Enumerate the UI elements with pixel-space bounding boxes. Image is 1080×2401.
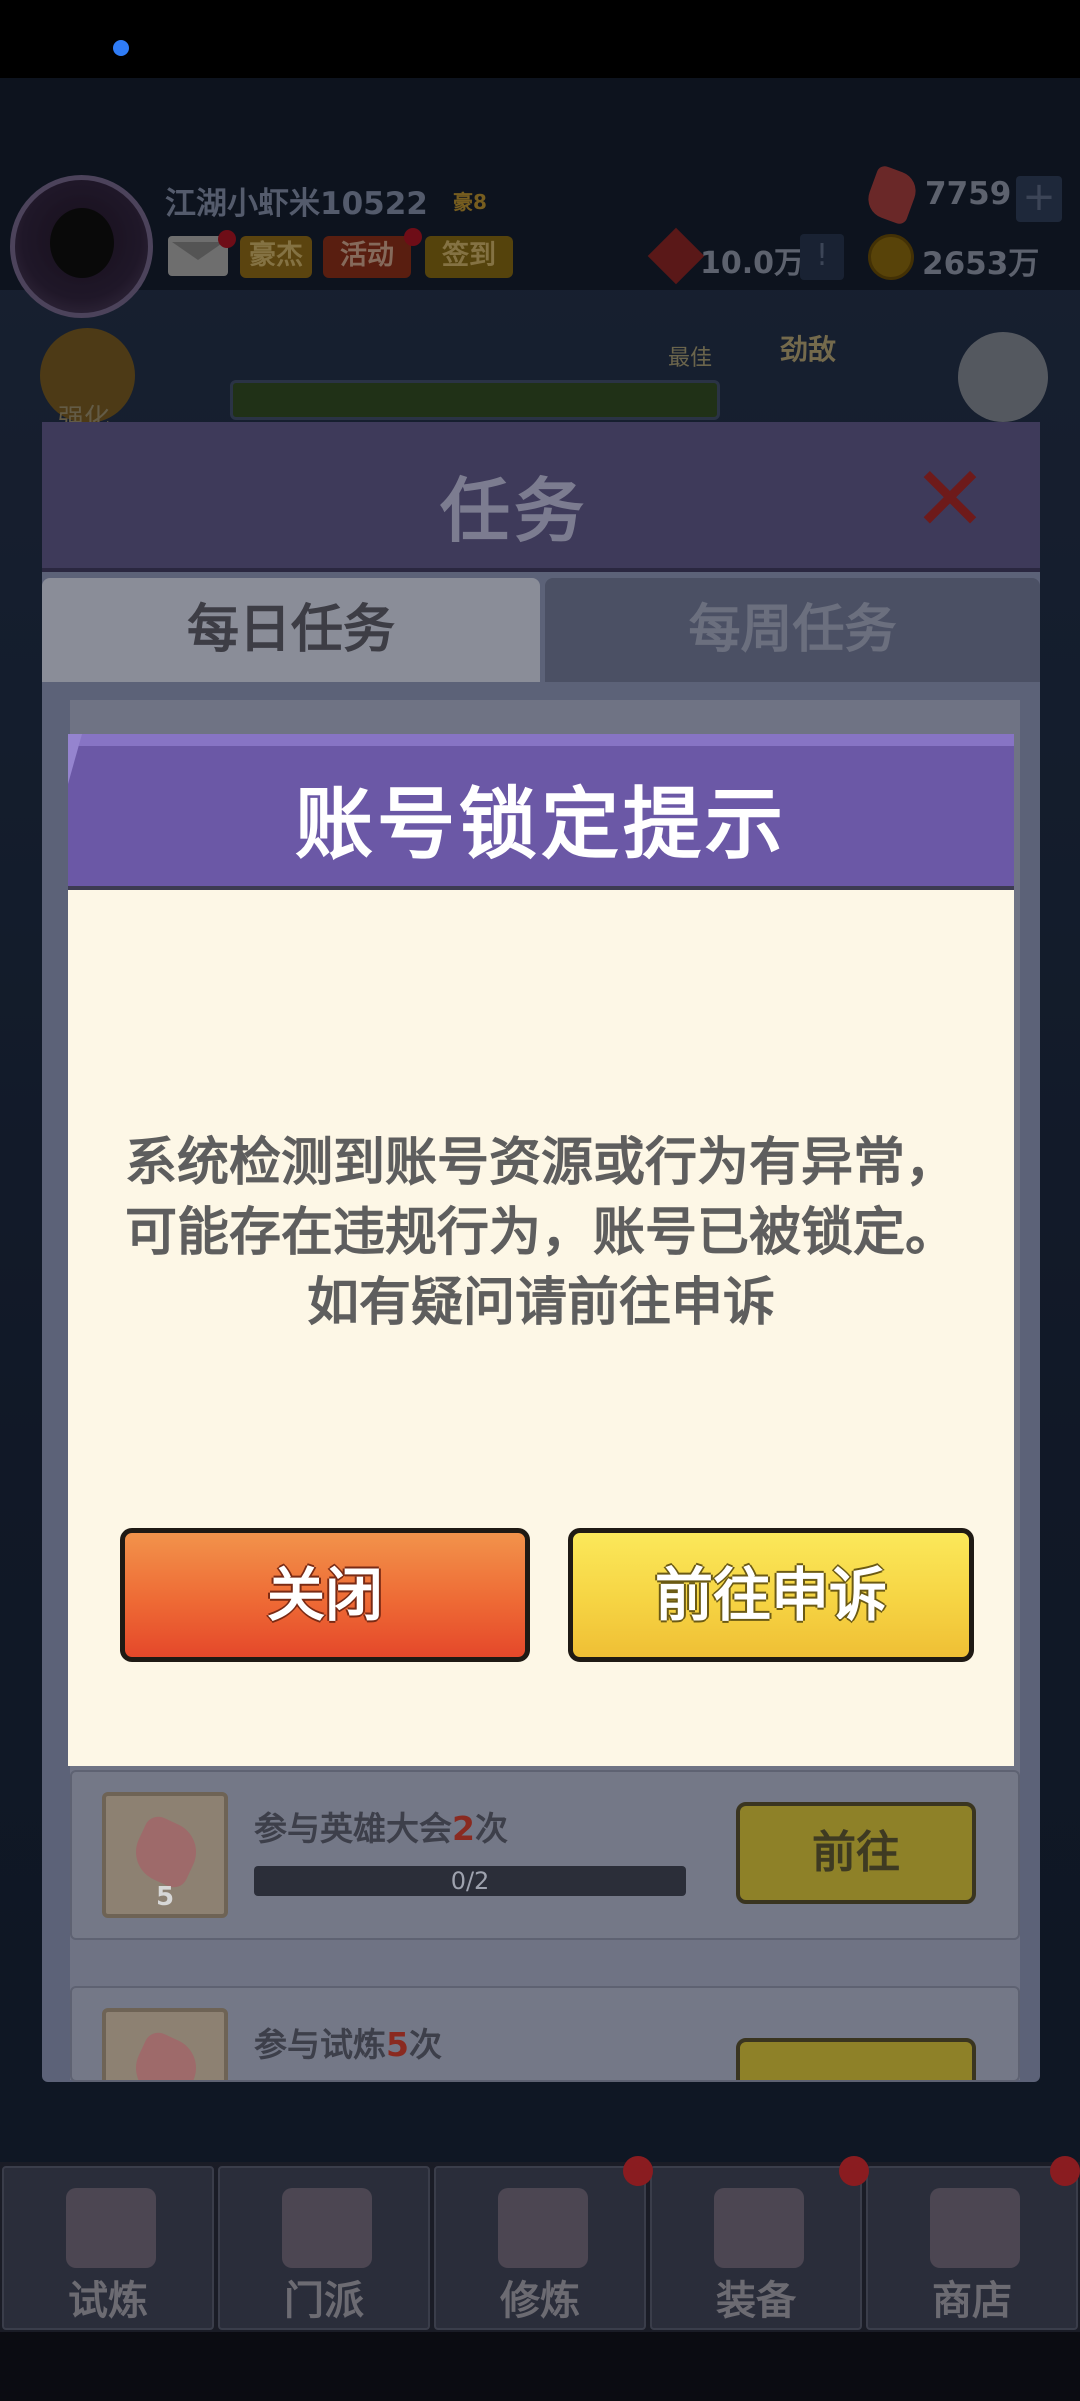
ninja-icon xyxy=(66,2188,156,2268)
notification-dot xyxy=(623,2156,653,2186)
nav-label: 修炼 xyxy=(500,2278,580,2324)
tab-weekly-tasks[interactable]: 每周任务 xyxy=(545,578,1040,682)
task-go-button[interactable] xyxy=(736,2038,976,2080)
task-reward-item xyxy=(102,2008,228,2080)
notification-dot xyxy=(1050,2156,1080,2186)
task-row: 参与试炼5次 xyxy=(70,1986,1020,2082)
notification-dot xyxy=(839,2156,869,2186)
task-name: 参与英雄大会2次 xyxy=(254,1809,508,1848)
dialog-title: 账号锁定提示 xyxy=(294,780,787,870)
nav-label: 门派 xyxy=(284,2278,364,2324)
tab-daily-tasks[interactable]: 每日任务 xyxy=(42,578,540,682)
sword-icon xyxy=(714,2188,804,2268)
notification-dot-icon xyxy=(113,40,129,56)
gem-icon xyxy=(126,1812,206,1892)
dialog-header-highlight xyxy=(68,734,1014,746)
appeal-button[interactable]: 前往申诉 xyxy=(568,1528,974,1662)
nav-label: 装备 xyxy=(716,2278,796,2324)
nav-shop[interactable]: 商店 xyxy=(866,2166,1078,2330)
close-button[interactable]: 关闭 xyxy=(120,1528,530,1662)
task-progress-bar: 0/2 xyxy=(254,1866,686,1896)
shop-icon xyxy=(930,2188,1020,2268)
task-go-button[interactable]: 前往 xyxy=(736,1802,976,1904)
dialog-message: 系统检测到账号资源或行为有异常，可能存在违规行为，账号已被锁定。如有疑问请前往申… xyxy=(124,1133,957,1333)
nav-trial[interactable]: 试炼 xyxy=(2,2166,214,2330)
gem-icon xyxy=(126,2028,206,2080)
nav-label: 试炼 xyxy=(68,2278,148,2324)
status-bar xyxy=(0,0,1080,78)
temple-icon xyxy=(282,2188,372,2268)
nav-equipment[interactable]: 装备 xyxy=(650,2166,862,2330)
task-panel-close-button[interactable]: ✕ xyxy=(905,455,995,545)
task-row: 5 参与英雄大会2次 0/2 前往 xyxy=(70,1770,1020,1940)
system-nav-strip xyxy=(0,2332,1080,2401)
task-panel-title: 任务 xyxy=(440,470,588,552)
nav-cultivate[interactable]: 修炼 xyxy=(434,2166,646,2330)
nav-sect[interactable]: 门派 xyxy=(218,2166,430,2330)
task-name: 参与试炼5次 xyxy=(254,2025,442,2064)
nav-label: 商店 xyxy=(932,2278,1012,2324)
book-icon xyxy=(498,2188,588,2268)
task-reward-item: 5 xyxy=(102,1792,228,1918)
task-reward-quantity: 5 xyxy=(155,1882,175,1912)
